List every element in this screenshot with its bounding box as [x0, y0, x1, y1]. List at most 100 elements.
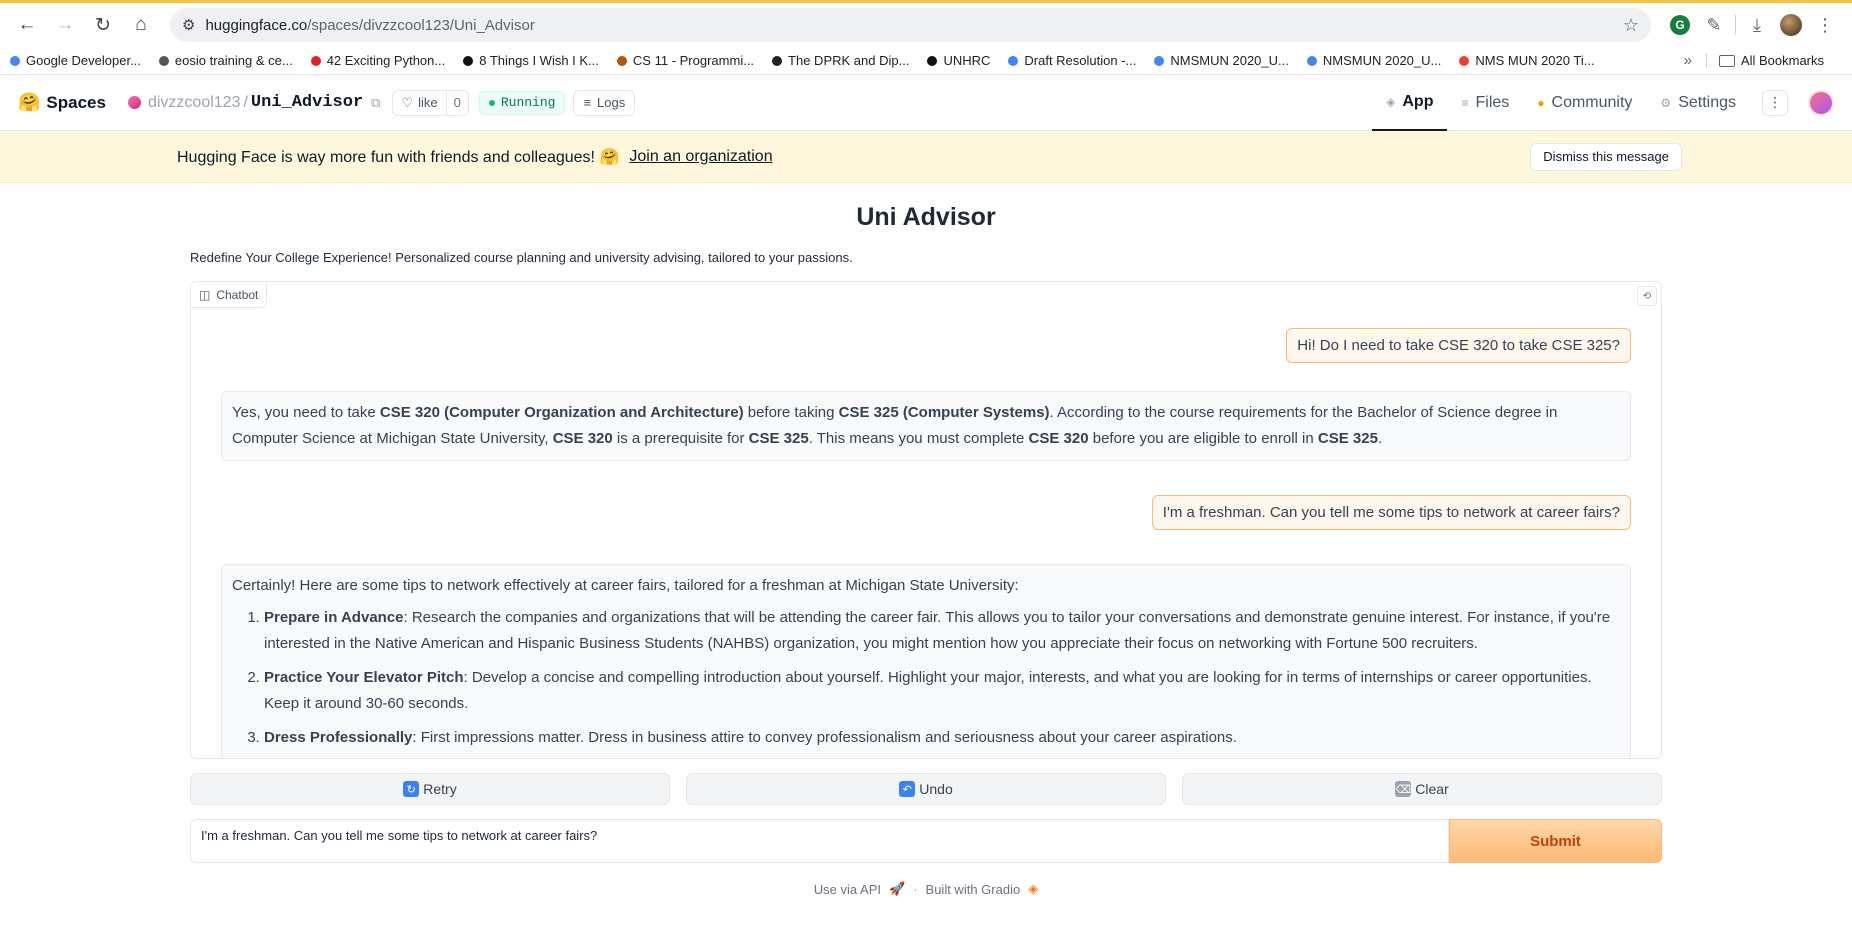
submit-button[interactable]: Submit — [1449, 819, 1662, 863]
tab-community[interactable]: ● Community — [1523, 75, 1646, 131]
site-info-icon[interactable]: ⚙ — [182, 16, 195, 34]
bookmark-item[interactable]: eosio training & ce... — [158, 53, 293, 68]
chatbot-label: ◫ Chatbot — [191, 282, 268, 308]
message-input[interactable]: I'm a freshman. Can you tell me some tip… — [190, 819, 1449, 863]
bot-bold-text: CSE 320 — [1028, 430, 1089, 447]
like-count: 0 — [445, 90, 468, 115]
tab-app-label: App — [1402, 92, 1434, 110]
gear-icon: ⚙ — [1660, 95, 1672, 110]
extensions-puzzle-icon[interactable]: ✎ — [1697, 8, 1731, 42]
footer: Use via API 🚀 · Built with Gradio ◈ — [190, 881, 1662, 897]
bookmarks-overflow-icon[interactable]: » — [1684, 52, 1692, 69]
path-separator: / — [243, 93, 248, 111]
list-item: Practice Your Elevator Pitch: Develop a … — [264, 665, 1620, 717]
undo-button[interactable]: ↶ Undo — [686, 773, 1166, 805]
logs-button[interactable]: ≡ Logs — [573, 89, 636, 116]
hugging-face-logo-icon[interactable]: 🤗 — [18, 92, 40, 113]
bookmark-item[interactable]: Google Developer... — [10, 53, 141, 68]
reload-icon[interactable]: ↻ — [86, 8, 120, 42]
bot-text: . This means you must complete — [808, 430, 1029, 447]
gmail-icon — [1459, 55, 1470, 66]
bookmark-item[interactable]: Draft Resolution -... — [1008, 53, 1136, 68]
join-organization-link[interactable]: Join an organization — [629, 148, 772, 166]
rocket-icon: 🚀 — [889, 881, 906, 896]
use-via-api-link[interactable]: Use via API — [814, 882, 881, 897]
bookmark-label: NMSMUN 2020_U... — [1322, 53, 1442, 68]
clear-button[interactable]: ⌫ Clear — [1182, 773, 1662, 805]
browser-toolbar: ← → ↻ ⌂ ⚙ huggingface.co/spaces/divzzcoo… — [0, 0, 1852, 47]
tip-title: Practice Your Elevator Pitch — [264, 669, 464, 686]
gradio-app: Uni Advisor Redefine Your College Experi… — [190, 203, 1662, 897]
tab-settings-label: Settings — [1678, 93, 1736, 111]
retry-icon: ↻ — [403, 781, 420, 797]
logs-icon: ≡ — [583, 95, 592, 110]
bot-message: Certainly! Here are some tips to network… — [221, 564, 1631, 758]
chat-bubble-icon: ◫ — [199, 287, 211, 302]
owner-link[interactable]: divzzcool123 — [148, 94, 241, 112]
more-options-icon[interactable]: ⋮ — [1762, 89, 1788, 116]
built-with-gradio-link[interactable]: Built with Gradio — [926, 882, 1021, 897]
bookmark-item[interactable]: 8 Things I Wish I K... — [463, 53, 599, 68]
like-button[interactable]: ♡ like 0 — [392, 89, 469, 116]
bot-bold-text: CSE 325 — [1317, 430, 1378, 447]
home-icon[interactable]: ⌂ — [124, 8, 158, 42]
bookmark-item[interactable]: NMSMUN 2020_U... — [1154, 53, 1289, 68]
bot-text: before taking — [743, 404, 839, 421]
tab-app[interactable]: ◈ App — [1372, 75, 1448, 131]
tip-text: : First impressions matter. Dress in bus… — [412, 729, 1237, 746]
repo-name[interactable]: Uni_Advisor — [251, 93, 363, 112]
spaces-link[interactable]: Spaces — [46, 93, 106, 113]
retry-button[interactable]: ↻ Retry — [190, 773, 670, 805]
retry-label: Retry — [423, 781, 457, 797]
status-badge[interactable]: Running — [478, 90, 566, 115]
globe-icon — [772, 55, 783, 66]
share-icon[interactable]: ⟲ — [1637, 286, 1657, 306]
url-text[interactable]: huggingface.co/spaces/divzzcool123/Uni_A… — [205, 17, 1622, 34]
bot-text: Yes, you need to take — [232, 404, 380, 421]
eos-icon — [158, 55, 169, 66]
bookmark-item[interactable]: The DPRK and Dip... — [772, 53, 909, 68]
bookmark-item[interactable]: NMS MUN 2020 Ti... — [1459, 53, 1595, 68]
org-banner: Hugging Face is way more fun with friend… — [0, 131, 1852, 183]
page-title: Uni Advisor — [856, 203, 996, 231]
back-icon[interactable]: ← — [10, 8, 44, 42]
bookmark-label: NMSMUN 2020_U... — [1170, 53, 1289, 68]
chat-messages[interactable]: Hi! Do I need to take CSE 320 to take CS… — [191, 282, 1661, 758]
bot-intro: Certainly! Here are some tips to network… — [232, 577, 1019, 594]
tip-text: : Develop a concise and compelling intro… — [264, 669, 1592, 712]
cs-icon — [616, 55, 627, 66]
f-icon — [463, 55, 474, 66]
grammarly-extension-icon[interactable]: G — [1663, 8, 1697, 42]
tip-text: : Research the companies and organizatio… — [264, 609, 1611, 652]
bot-bold-text: CSE 325 (Computer Systems) — [838, 404, 1050, 421]
bookmark-item[interactable]: 42 Exciting Python... — [310, 53, 445, 68]
list-item: Dress Professionally: First impressions … — [264, 725, 1620, 751]
all-bookmarks-button[interactable]: All Bookmarks — [1705, 53, 1824, 68]
address-bar[interactable]: ⚙ huggingface.co/spaces/divzzcool123/Uni… — [170, 8, 1651, 42]
app-icon: ◈ — [1386, 94, 1396, 109]
files-icon: ≡ — [1461, 95, 1469, 110]
bookmark-item[interactable]: NMSMUN 2020_U... — [1306, 53, 1442, 68]
tips-list: Prepare in Advance: Research the compani… — [264, 605, 1620, 751]
bookmark-label: Draft Resolution -... — [1024, 53, 1137, 68]
bookmark-star-icon[interactable]: ☆ — [1623, 15, 1639, 36]
dismiss-button[interactable]: Dismiss this message — [1530, 142, 1682, 171]
browser-menu-icon[interactable]: ⋮ — [1808, 8, 1842, 42]
profile-avatar[interactable] — [1774, 8, 1808, 42]
hf-header: 🤗 Spaces divzzcool123 / Uni_Advisor ⧉ ♡ l… — [0, 75, 1852, 131]
tip-title: Prepare in Advance — [264, 609, 404, 626]
gradio-logo-icon: ◈ — [1028, 881, 1039, 896]
google-icon — [10, 55, 20, 66]
tab-settings[interactable]: ⚙ Settings — [1646, 75, 1750, 131]
chatbot-panel[interactable]: ◫ Chatbot ⟲ Hi! Do I need to take CSE 32… — [190, 281, 1662, 759]
user-message: I'm a freshman. Can you tell me some tip… — [1151, 495, 1631, 530]
list-item: Prepare in Advance: Research the compani… — [264, 605, 1620, 657]
user-avatar[interactable] — [1808, 89, 1834, 116]
tab-files[interactable]: ≡ Files — [1447, 75, 1523, 131]
copy-icon[interactable]: ⧉ — [371, 95, 380, 111]
bookmark-item[interactable]: CS 11 - Programmi... — [616, 53, 754, 68]
forward-icon[interactable]: → — [48, 8, 82, 42]
download-icon[interactable]: ⤓ — [1740, 8, 1774, 42]
bookmark-item[interactable]: UNHRC — [927, 53, 990, 68]
all-bookmarks-label: All Bookmarks — [1740, 53, 1824, 68]
